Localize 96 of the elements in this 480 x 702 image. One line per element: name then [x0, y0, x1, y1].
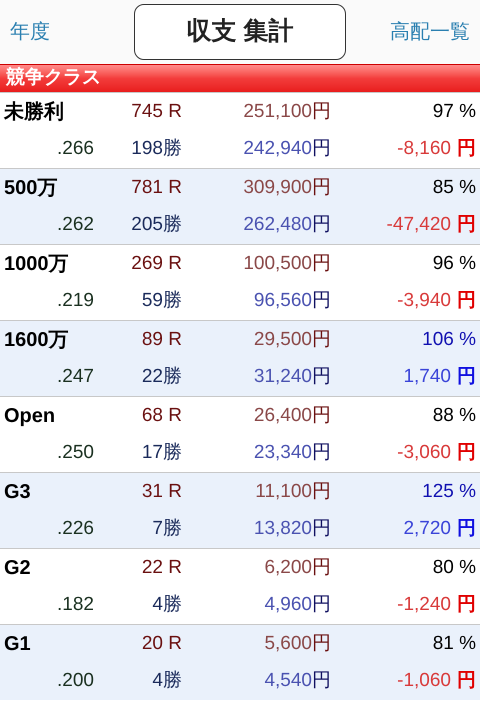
- stake-amount: 26,400: [252, 404, 312, 428]
- return-rate: 97 %: [432, 100, 476, 124]
- yen-unit: 円: [312, 213, 331, 237]
- race-count: 68 R: [140, 404, 182, 428]
- return-rate: 80 %: [432, 556, 476, 580]
- yen-unit: 円: [312, 100, 331, 124]
- race-count: 745 R: [130, 100, 182, 124]
- yen-unit: 円: [312, 441, 331, 465]
- race-count: 31 R: [140, 480, 182, 504]
- balance-amount: -3,940: [397, 289, 451, 313]
- yen-unit: 円: [457, 213, 476, 237]
- yen-unit: 円: [457, 137, 476, 161]
- stake-amount: 309,900: [242, 176, 312, 200]
- balance-amount: -8,160: [397, 137, 451, 161]
- win-rate: .262: [56, 213, 94, 237]
- stake-amount: 100,500: [242, 252, 312, 276]
- race-count: 269 R: [130, 252, 182, 276]
- return-rate: 88 %: [432, 404, 476, 428]
- payout-amount: 242,940: [242, 137, 312, 161]
- stake-amount: 11,100: [254, 480, 312, 504]
- yen-unit: 円: [457, 441, 476, 465]
- class-name: G1: [4, 632, 32, 657]
- yen-unit: 円: [312, 176, 331, 200]
- payout-amount: 23,340: [252, 441, 312, 465]
- win-rate: .250: [56, 441, 94, 465]
- yen-unit: 円: [312, 480, 331, 504]
- balance-amount: -1,060: [397, 669, 451, 693]
- payout-amount: 262,480: [242, 213, 312, 237]
- class-name: 500万: [4, 176, 58, 201]
- yen-unit: 円: [312, 593, 331, 617]
- stake-amount: 5,600: [263, 632, 312, 656]
- return-rate: 85 %: [432, 176, 476, 200]
- yen-unit: 円: [457, 517, 476, 541]
- stake-amount: 251,100: [242, 100, 312, 124]
- class-row[interactable]: 1600万 89 R 29,500円 106 % .247 22勝 31,240円 1,740 円: [0, 320, 480, 396]
- class-name: 未勝利: [4, 100, 65, 125]
- yen-unit: 円: [457, 289, 476, 313]
- yen-unit: 円: [312, 252, 331, 276]
- class-name: Open: [4, 404, 56, 429]
- yen-unit: 円: [457, 669, 476, 693]
- yen-unit: 円: [312, 404, 331, 428]
- payout-amount: 96,560: [252, 289, 312, 313]
- race-count: 89 R: [140, 328, 182, 352]
- payout-amount: 4,960: [263, 593, 312, 617]
- return-rate: 96 %: [432, 252, 476, 276]
- payout-amount: 31,240: [252, 365, 312, 389]
- win-count: 4勝: [151, 669, 182, 693]
- win-rate: .247: [56, 365, 94, 389]
- class-name: G2: [4, 556, 32, 581]
- balance-amount: 1,740: [403, 365, 451, 389]
- class-name: 1000万: [4, 252, 70, 277]
- yen-unit: 円: [312, 669, 331, 693]
- return-rate: 125 %: [421, 480, 476, 504]
- win-count: 7勝: [151, 517, 182, 541]
- payout-amount: 13,820: [252, 517, 312, 541]
- window-title: 収支 集計: [134, 4, 346, 60]
- class-name: G3: [4, 480, 32, 505]
- yen-unit: 円: [312, 137, 331, 161]
- stake-amount: 6,200: [263, 556, 312, 580]
- balance-amount: 2,720: [403, 517, 451, 541]
- yen-unit: 円: [312, 365, 331, 389]
- win-count: 59勝: [140, 289, 182, 313]
- yen-unit: 円: [312, 289, 331, 313]
- class-name: 1600万: [4, 328, 70, 353]
- race-count: 22 R: [140, 556, 182, 580]
- class-row[interactable]: 500万 781 R 309,900円 85 % .262 205勝 262,480円 -47,420 円: [0, 168, 480, 244]
- win-rate: .266: [56, 137, 94, 161]
- race-count: 781 R: [130, 176, 182, 200]
- payout-amount: 4,540: [263, 669, 312, 693]
- year-link[interactable]: 年度: [10, 17, 120, 47]
- yen-unit: 円: [312, 517, 331, 541]
- yen-unit: 円: [312, 556, 331, 580]
- stake-amount: 29,500: [252, 328, 312, 352]
- yen-unit: 円: [457, 593, 476, 617]
- win-rate: .182: [56, 593, 94, 617]
- win-count: 17勝: [140, 441, 182, 465]
- win-rate: .200: [56, 669, 94, 693]
- yen-unit: 円: [312, 328, 331, 352]
- race-count: 20 R: [140, 632, 182, 656]
- balance-amount: -3,060: [397, 441, 451, 465]
- win-rate: .219: [56, 289, 94, 313]
- win-count: 4勝: [151, 593, 182, 617]
- yen-unit: 円: [312, 632, 331, 656]
- win-count: 22勝: [140, 365, 182, 389]
- class-row[interactable]: G3 31 R 11,100円 125 % .226 7勝 13,820円 2,720 円: [0, 472, 480, 548]
- return-rate: 106 %: [421, 328, 476, 352]
- balance-amount: -1,240: [397, 593, 451, 617]
- section-header: 競争クラス: [0, 64, 480, 92]
- yen-unit: 円: [457, 365, 476, 389]
- win-count: 198勝: [130, 137, 182, 161]
- win-count: 205勝: [130, 213, 182, 237]
- win-rate: .226: [56, 517, 94, 541]
- class-row[interactable]: G1 20 R 5,600円 81 % .200 4勝 4,540円 -1,060 円: [0, 624, 480, 700]
- balance-amount: -47,420: [386, 213, 451, 237]
- return-rate: 81 %: [432, 632, 476, 656]
- high-payout-link[interactable]: 高配一覧: [360, 17, 470, 47]
